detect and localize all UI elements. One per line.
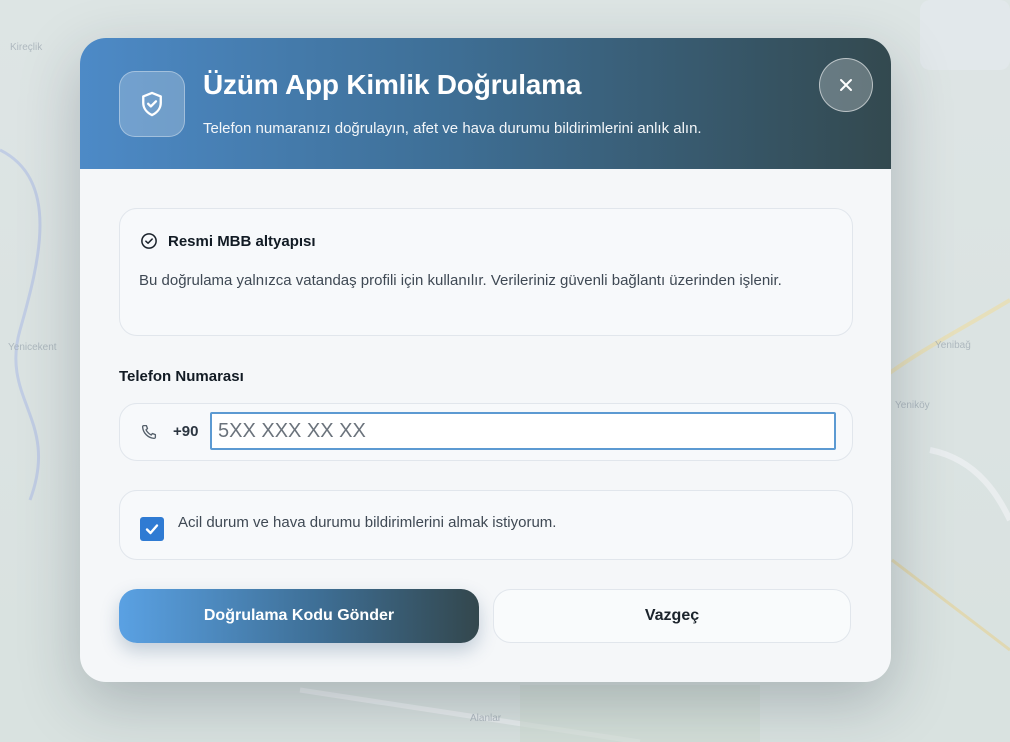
phone-icon	[141, 424, 157, 440]
modal-subtitle: Telefon numaranızı doğrulayın, afet ve h…	[203, 120, 702, 137]
phone-input[interactable]	[210, 412, 836, 450]
send-code-button[interactable]: Doğrulama Kodu Gönder	[119, 589, 479, 643]
info-card: Resmi MBB altyapısı Bu doğrulama yalnızc…	[119, 208, 853, 336]
modal-title: Üzüm App Kimlik Doğrulama	[203, 69, 582, 100]
close-button[interactable]	[819, 58, 873, 112]
country-code: +90	[173, 423, 199, 440]
shield-check-icon	[119, 71, 185, 137]
phone-field-wrapper: +90	[119, 403, 853, 461]
check-circle-icon	[141, 233, 157, 249]
close-icon	[840, 79, 852, 91]
consent-card: Acil durum ve hava durumu bildirimlerini…	[119, 490, 853, 560]
info-text: Bu doğrulama yalnızca vatandaş profili i…	[139, 272, 782, 289]
consent-checkbox[interactable]	[140, 517, 164, 541]
checkmark-icon	[145, 524, 159, 535]
info-title: Resmi MBB altyapısı	[168, 232, 316, 250]
verification-modal: Üzüm App Kimlik Doğrulama Telefon numara…	[80, 38, 891, 682]
cancel-button[interactable]: Vazgeç	[493, 589, 851, 643]
modal-header: Üzüm App Kimlik Doğrulama Telefon numara…	[80, 38, 891, 169]
phone-label: Telefon Numarası	[119, 368, 244, 385]
consent-text: Acil durum ve hava durumu bildirimlerini…	[178, 514, 557, 531]
info-title-row: Resmi MBB altyapısı	[140, 232, 316, 250]
